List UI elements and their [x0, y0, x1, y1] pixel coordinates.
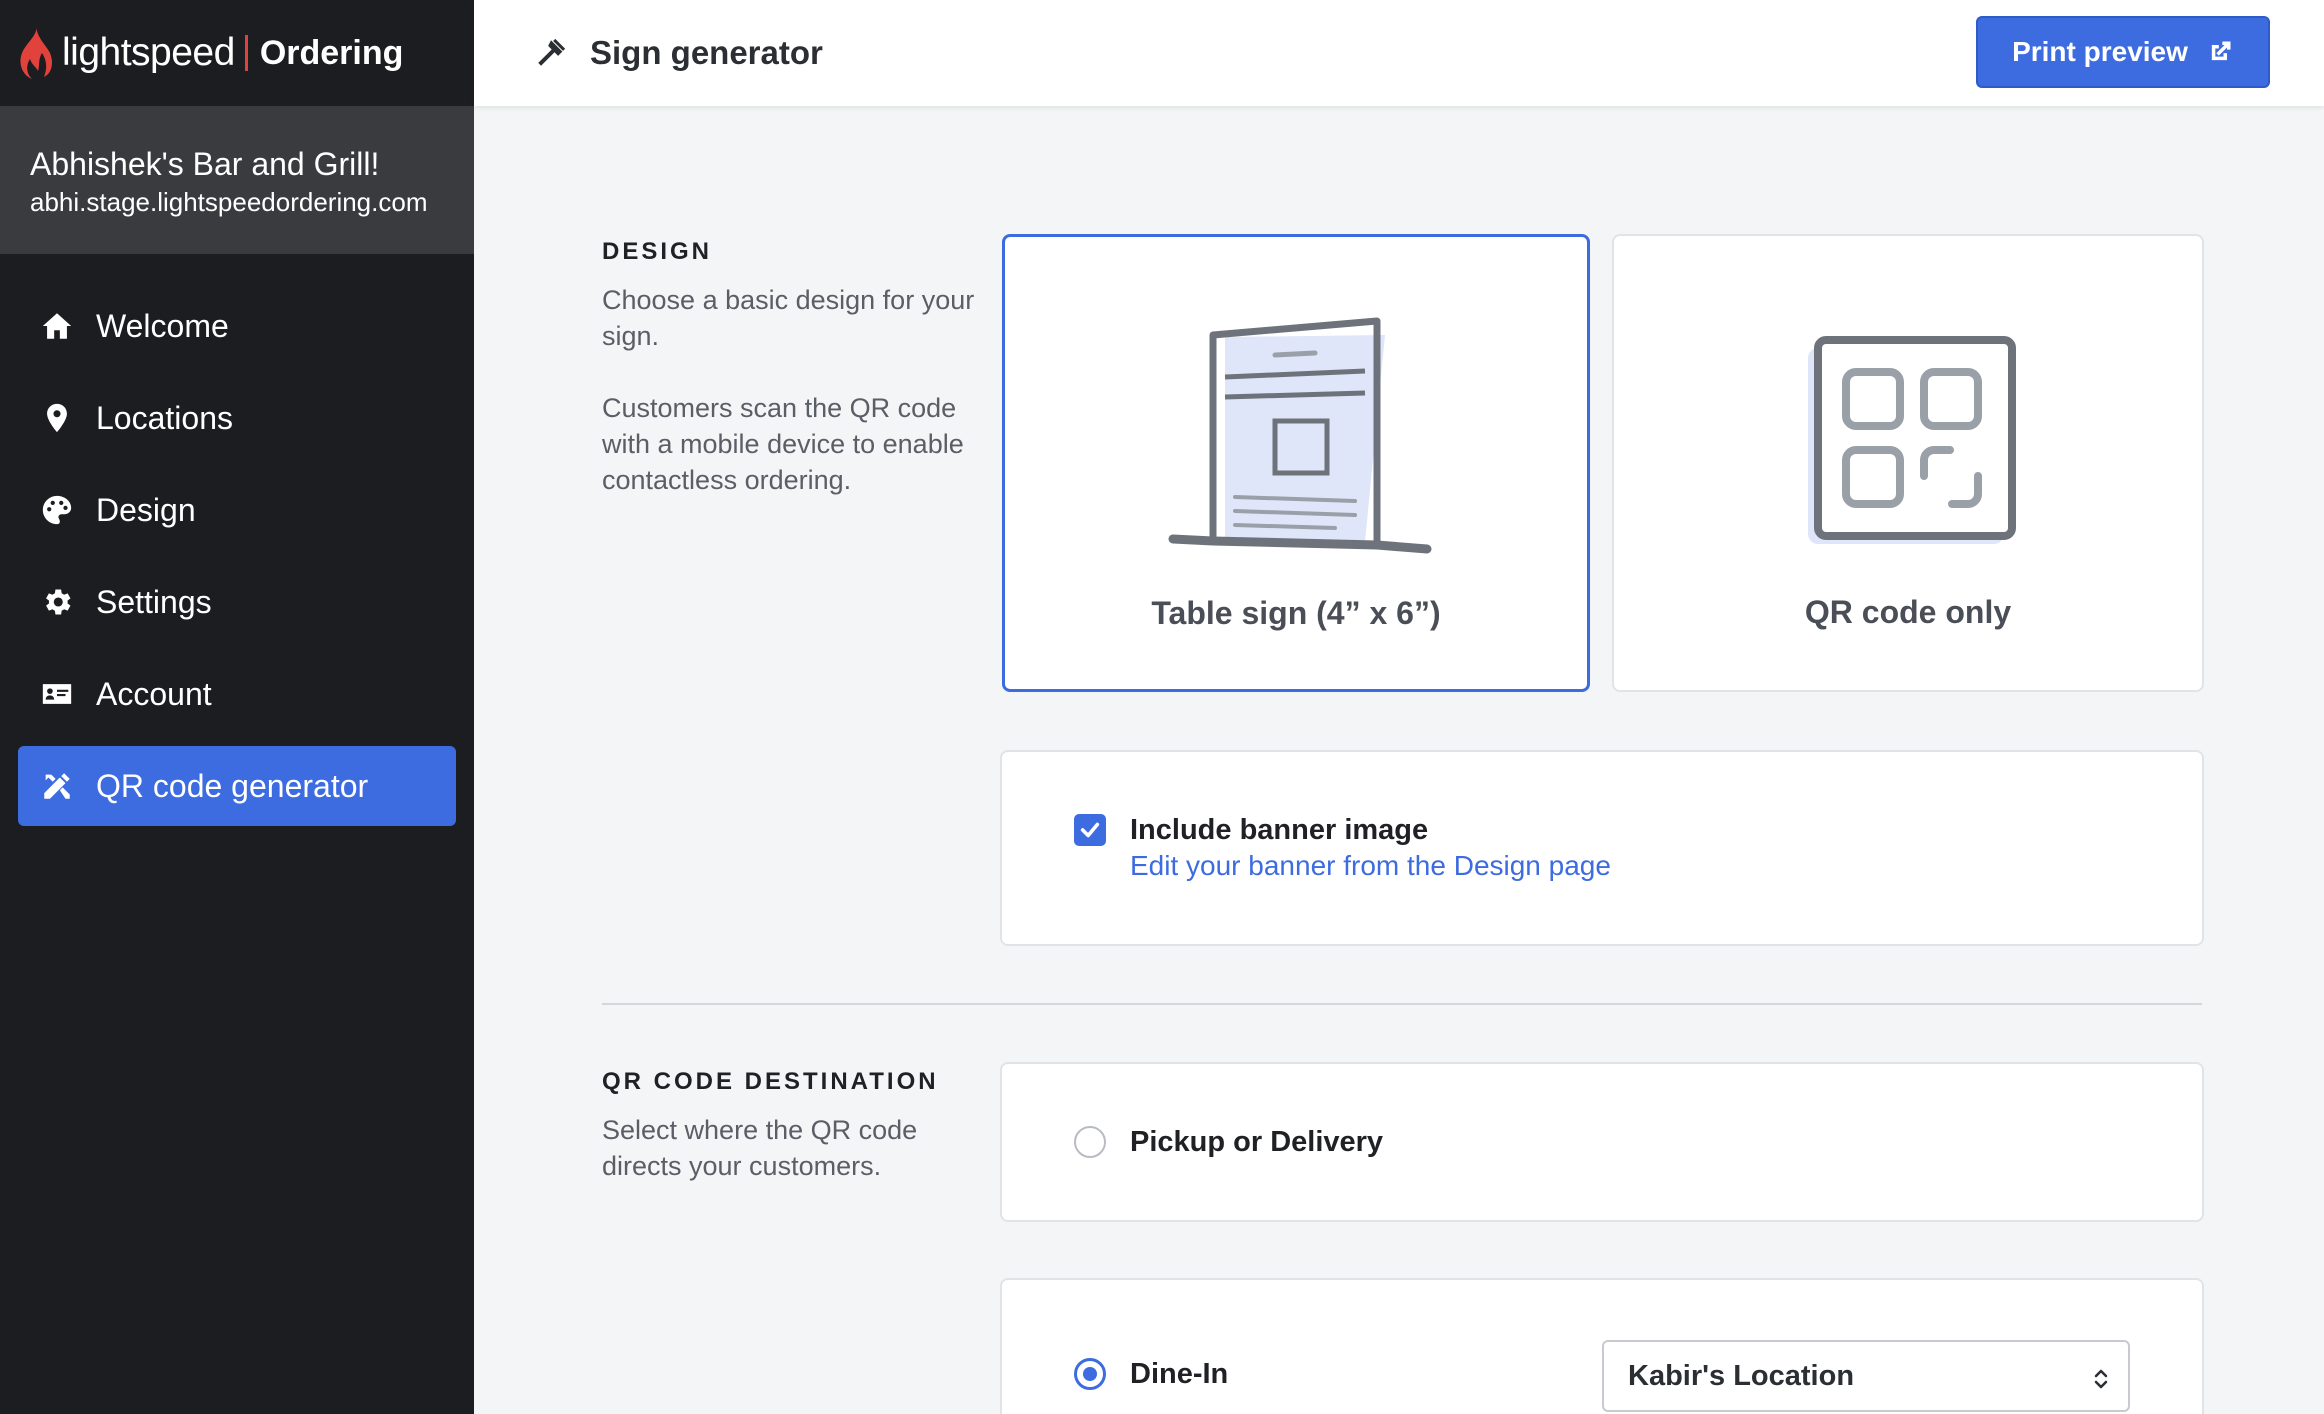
- qr-only-caption: QR code only: [1804, 594, 2012, 630]
- include-banner-checkbox[interactable]: [1074, 814, 1106, 846]
- sidebar-nav: Welcome Locations Design Settings Accoun…: [0, 286, 474, 826]
- palette-icon: [42, 495, 72, 525]
- print-preview-button[interactable]: Print preview: [1976, 16, 2270, 88]
- page-title: Sign generator: [590, 34, 823, 71]
- table-sign-caption: Table sign (4” x 6”): [1151, 595, 1441, 631]
- sidebar-item-welcome[interactable]: Welcome: [18, 286, 456, 366]
- hammer-icon: [538, 38, 566, 66]
- home-icon: [42, 313, 72, 339]
- brand-product: Ordering: [259, 33, 404, 72]
- brand-separator: [244, 35, 248, 71]
- top-bar: Sign generator Print preview: [474, 0, 2324, 106]
- store-url: abhi.stage.lightspeedordering.com: [30, 187, 428, 217]
- destination-description: Select where the QR code directs your cu…: [602, 1115, 918, 1181]
- dine-in-radio[interactable]: [1074, 1358, 1106, 1390]
- table-sign-icon: [1168, 317, 1432, 554]
- include-banner-label: Include banner image: [1130, 814, 1429, 846]
- section-divider: [602, 1003, 2202, 1005]
- print-preview-label: Print preview: [2012, 36, 2188, 67]
- tools-icon: [44, 773, 70, 799]
- sidebar-item-account[interactable]: Account: [18, 654, 456, 734]
- sidebar-item-label: Design: [96, 491, 196, 528]
- location-select-value: Kabir's Location: [1628, 1359, 1855, 1392]
- design-section-label: DESIGN: [602, 238, 713, 265]
- destination-section-label: QR CODE DESTINATION: [602, 1068, 939, 1095]
- lightspeed-flame-icon: [20, 27, 52, 79]
- chevron-up-down-icon: [2094, 1369, 2108, 1389]
- edit-banner-link[interactable]: Edit your banner from the Design page: [1130, 850, 1611, 882]
- banner-option-card: Include banner image Edit your banner fr…: [1000, 750, 2204, 946]
- sidebar-item-label: Settings: [96, 583, 212, 620]
- brand-name: lightspeed: [62, 31, 235, 74]
- pickup-delivery-label: Pickup or Delivery: [1130, 1126, 1384, 1158]
- design-description: Choose a basic design for your sign.: [602, 285, 975, 351]
- sidebar-item-qr-code-generator[interactable]: QR code generator: [18, 746, 456, 826]
- sidebar-item-design[interactable]: Design: [18, 470, 456, 550]
- sidebar-item-label: Welcome: [96, 307, 229, 344]
- design-description-qr: Customers scan the QR code with a mobile…: [602, 393, 964, 495]
- sidebar-item-label: QR code generator: [96, 767, 369, 804]
- pickup-delivery-radio[interactable]: [1074, 1126, 1106, 1158]
- dine-in-label: Dine-In: [1130, 1358, 1229, 1390]
- qr-code-icon: [1808, 336, 2016, 544]
- design-option-table-sign[interactable]: Table sign (4” x 6”): [1002, 234, 1590, 692]
- gear-icon: [46, 589, 71, 615]
- sidebar-item-label: Account: [96, 675, 212, 712]
- id-card-icon: [42, 684, 72, 704]
- store-name: Abhishek's Bar and Grill!: [30, 146, 380, 182]
- external-link-icon: [2211, 41, 2231, 61]
- sidebar-item-settings[interactable]: Settings: [18, 562, 456, 642]
- pickup-delivery-card[interactable]: Pickup or Delivery: [1000, 1062, 2204, 1222]
- sidebar-item-label: Locations: [96, 399, 233, 436]
- design-option-qr-only[interactable]: QR code only: [1612, 234, 2204, 692]
- sidebar-item-locations[interactable]: Locations: [18, 378, 456, 458]
- map-pin-icon: [47, 403, 67, 433]
- sidebar: lightspeed Ordering Abhishek's Bar and G…: [0, 0, 474, 1414]
- brand-logo[interactable]: lightspeed Ordering: [0, 0, 474, 106]
- location-select[interactable]: Kabir's Location: [1602, 1340, 2130, 1412]
- checkmark-icon: [1080, 822, 1100, 838]
- store-info[interactable]: Abhishek's Bar and Grill! abhi.stage.lig…: [0, 106, 474, 254]
